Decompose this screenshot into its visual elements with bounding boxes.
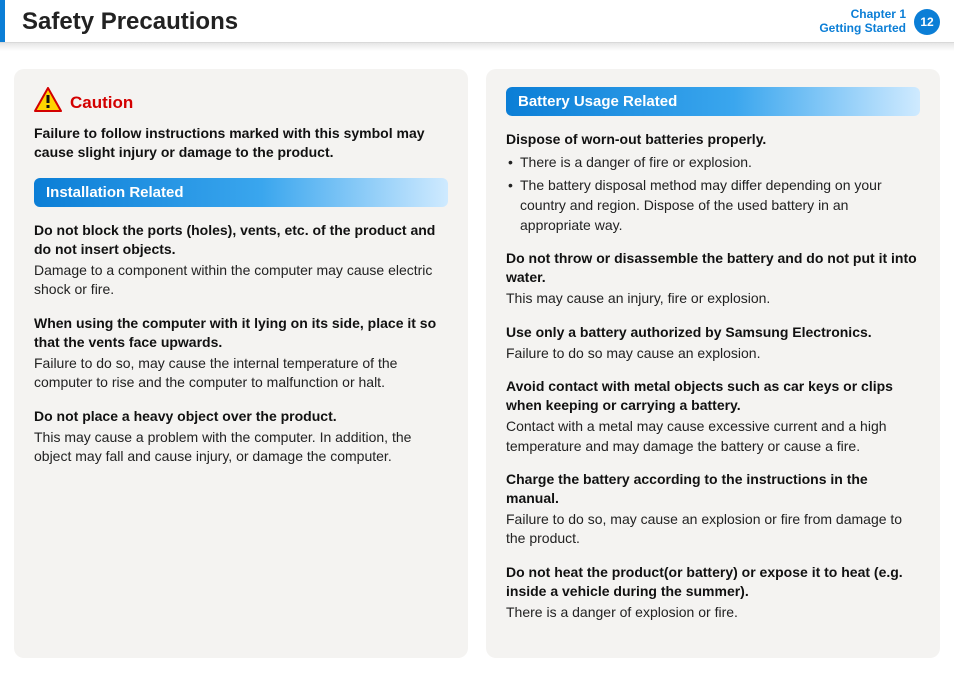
precaution-bullets: There is a danger of fire or explosion. …	[506, 153, 920, 235]
precaution-body: This may cause a problem with the comput…	[34, 428, 448, 467]
precaution-body: This may cause an injury, fire or explos…	[506, 289, 920, 309]
precaution-heading: Avoid contact with metal objects such as…	[506, 377, 920, 415]
precaution-body: Damage to a component within the compute…	[34, 261, 448, 300]
precaution-heading: Do not heat the product(or battery) or e…	[506, 563, 920, 601]
precaution-heading: Do not block the ports (holes), vents, e…	[34, 221, 448, 259]
precaution-body: Failure to do so, may cause an explosion…	[506, 510, 920, 549]
precaution-item: Use only a battery authorized by Samsung…	[506, 323, 920, 363]
precaution-item: Charge the battery according to the inst…	[506, 470, 920, 549]
caution-row: Caution	[34, 87, 448, 118]
chapter-line-2: Getting Started	[819, 22, 906, 36]
precaution-body: Contact with a metal may cause excessive…	[506, 417, 920, 456]
warning-icon	[34, 87, 62, 118]
header-right: Chapter 1 Getting Started 12	[819, 8, 940, 36]
precaution-heading: When using the computer with it lying on…	[34, 314, 448, 352]
content-columns: Caution Failure to follow instructions m…	[0, 51, 954, 676]
caution-title: Caution	[70, 93, 133, 113]
precaution-body: There is a danger of explosion or fire.	[506, 603, 920, 623]
header-shadow	[0, 43, 954, 51]
precaution-item: Do not block the ports (holes), vents, e…	[34, 221, 448, 300]
right-column: Battery Usage Related Dispose of worn-ou…	[486, 69, 940, 658]
precaution-item: Dispose of worn-out batteries properly. …	[506, 130, 920, 235]
precaution-heading: Use only a battery authorized by Samsung…	[506, 323, 920, 342]
precaution-item: Avoid contact with metal objects such as…	[506, 377, 920, 456]
precaution-body: Failure to do so may cause an explosion.	[506, 344, 920, 364]
precaution-body: Failure to do so, may cause the internal…	[34, 354, 448, 393]
section-heading-battery: Battery Usage Related	[506, 87, 920, 116]
page-title: Safety Precautions	[14, 8, 238, 36]
bullet-item: There is a danger of fire or explosion.	[506, 153, 920, 173]
chapter-label: Chapter 1 Getting Started	[819, 8, 906, 36]
precaution-item: Do not heat the product(or battery) or e…	[506, 563, 920, 622]
precaution-item: Do not place a heavy object over the pro…	[34, 407, 448, 467]
precaution-heading: Do not place a heavy object over the pro…	[34, 407, 448, 426]
section-heading-installation: Installation Related	[34, 178, 448, 207]
left-column: Caution Failure to follow instructions m…	[14, 69, 468, 658]
caution-description: Failure to follow instructions marked wi…	[34, 124, 448, 162]
precaution-heading: Dispose of worn-out batteries properly.	[506, 130, 920, 149]
page-number-badge: 12	[914, 9, 940, 35]
precaution-item: When using the computer with it lying on…	[34, 314, 448, 393]
page-header: Safety Precautions Chapter 1 Getting Sta…	[0, 0, 954, 43]
precaution-item: Do not throw or disassemble the battery …	[506, 249, 920, 308]
bullet-item: The battery disposal method may differ d…	[506, 176, 920, 235]
precaution-heading: Do not throw or disassemble the battery …	[506, 249, 920, 287]
chapter-line-1: Chapter 1	[819, 8, 906, 22]
precaution-heading: Charge the battery according to the inst…	[506, 470, 920, 508]
